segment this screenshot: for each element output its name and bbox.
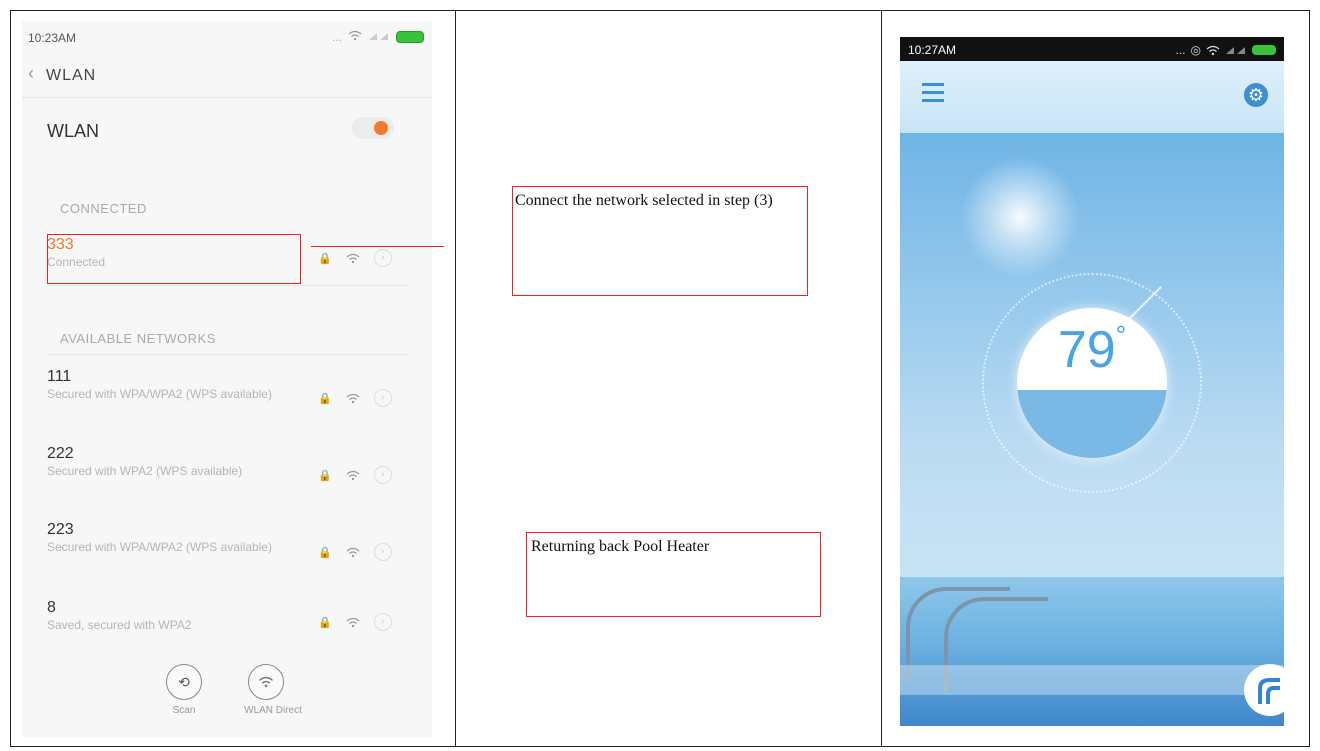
network-row-icons: 🔒 › xyxy=(318,389,392,407)
annotation-connector xyxy=(311,246,444,247)
wlan-settings-screenshot: 10:23AM ... ‹ WLAN WLAN CONNECTED 333 Co… xyxy=(22,21,432,737)
more-icon: ... xyxy=(331,29,342,44)
temperature-value: 79 xyxy=(1057,321,1116,379)
wifi-icon xyxy=(346,617,360,627)
wifi-icon xyxy=(346,253,360,263)
temperature-display: 79° xyxy=(1017,320,1167,380)
menu-icon[interactable] xyxy=(922,83,944,107)
degree-symbol: ° xyxy=(1115,320,1127,350)
lock-icon: 🔒 xyxy=(318,546,332,559)
status-time: 10:23AM xyxy=(28,31,77,45)
network-name: 111 xyxy=(47,368,72,385)
status-time: 10:27AM xyxy=(908,43,957,57)
network-row-icons: 🔒 › xyxy=(318,249,392,267)
more-icon: ... xyxy=(1175,43,1186,57)
network-row[interactable]: 222 Secured with WPA2 (WPS available) xyxy=(47,445,247,479)
pool-image xyxy=(900,577,1284,726)
wlan-toggle-label: WLAN xyxy=(47,121,100,141)
status-bar: 10:27AM ... ◎ xyxy=(900,37,1284,61)
wifi-icon xyxy=(346,470,360,480)
dial-water-fill xyxy=(1017,390,1167,458)
details-chevron-icon[interactable]: › xyxy=(373,543,392,561)
wifi-icon xyxy=(346,547,360,557)
wifi-icon xyxy=(346,393,360,403)
column-divider xyxy=(455,10,456,747)
note-box-connect: Connect the network selected in step (3) xyxy=(512,186,808,296)
brand-logo-icon xyxy=(1258,678,1280,704)
temperature-dial[interactable]: 79° xyxy=(1017,308,1167,458)
details-chevron-icon[interactable]: › xyxy=(373,249,392,267)
toggle-knob xyxy=(374,121,388,135)
scan-button[interactable]: ⟲ Scan xyxy=(166,664,216,716)
network-detail: Secured with WPA/WPA2 (WPS available) xyxy=(47,387,272,401)
app-logo-badge[interactable] xyxy=(1244,664,1284,716)
network-row[interactable]: 111 Secured with WPA/WPA2 (WPS available… xyxy=(47,368,277,402)
column-divider xyxy=(881,10,882,747)
details-chevron-icon[interactable]: › xyxy=(373,389,392,407)
lock-icon: 🔒 xyxy=(318,392,332,405)
lock-icon: 🔒 xyxy=(318,469,332,482)
network-detail: Secured with WPA/WPA2 (WPS available) xyxy=(47,540,272,554)
network-name: 223 xyxy=(47,521,74,538)
network-name: 222 xyxy=(47,445,74,462)
network-row-icons: 🔒 › xyxy=(318,466,392,484)
network-row-icons: 🔒 › xyxy=(318,613,392,631)
status-icons: ... ◎ xyxy=(1175,43,1276,57)
battery-icon xyxy=(1252,45,1276,55)
wifi-direct-icon xyxy=(248,664,284,700)
scan-label: Scan xyxy=(172,705,196,716)
scan-icon: ⟲ xyxy=(166,664,202,700)
network-detail: Saved, secured with WPA2 xyxy=(47,618,192,632)
status-icons: ... xyxy=(332,29,424,44)
divider xyxy=(47,354,407,355)
wlan-direct-button[interactable]: WLAN Direct xyxy=(244,664,314,716)
battery-icon xyxy=(396,30,424,43)
wifi-icon xyxy=(348,29,362,44)
signal-icon xyxy=(368,30,390,44)
sun-glare xyxy=(960,157,1080,277)
back-chevron-icon[interactable]: ‹ xyxy=(28,63,34,84)
alarm-icon: ◎ xyxy=(1190,43,1201,57)
wlan-toggle[interactable] xyxy=(352,117,394,139)
app-header: ⚙ xyxy=(900,61,1284,133)
page-title: WLAN xyxy=(46,67,97,84)
network-name: 8 xyxy=(47,599,56,616)
divider xyxy=(47,285,407,286)
signal-icon xyxy=(1226,47,1245,54)
network-row-icons: 🔒 › xyxy=(318,543,392,561)
available-networks-label: AVAILABLE NETWORKS xyxy=(60,331,216,346)
note-box-returning: Returning back Pool Heater xyxy=(526,532,821,617)
network-row[interactable]: 223 Secured with WPA/WPA2 (WPS available… xyxy=(47,521,277,555)
lock-icon: 🔒 xyxy=(318,616,332,629)
details-chevron-icon[interactable]: › xyxy=(373,466,392,484)
pool-shimmer xyxy=(900,665,1284,695)
lock-icon: 🔒 xyxy=(318,252,332,265)
wlan-direct-label: WLAN Direct xyxy=(244,705,302,716)
connected-section-label: CONNECTED xyxy=(60,201,147,216)
wifi-icon xyxy=(1206,45,1220,55)
note-connect-text: Connect the network selected in step (3) xyxy=(515,192,773,209)
note-returning-text: Returning back Pool Heater xyxy=(531,538,710,555)
divider xyxy=(22,97,432,98)
network-detail: Secured with WPA2 (WPS available) xyxy=(47,464,243,478)
network-row[interactable]: 8 Saved, secured with WPA2 xyxy=(47,599,277,633)
connected-network-highlight xyxy=(47,234,301,284)
pool-heater-app-screenshot: 10:27AM ... ◎ ⚙ 79° xyxy=(900,37,1284,726)
details-chevron-icon[interactable]: › xyxy=(373,613,392,631)
settings-gear-icon[interactable]: ⚙ xyxy=(1244,83,1268,107)
